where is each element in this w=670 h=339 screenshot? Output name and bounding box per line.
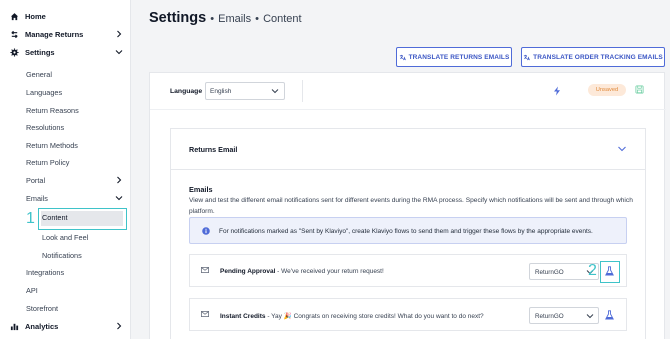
nav-manage-returns-label: Manage Returns <box>25 30 84 39</box>
emails-description: View and test the different email notifi… <box>189 197 633 215</box>
info-banner: For notifications marked as "Sent by Kla… <box>189 217 627 244</box>
nav-portal[interactable]: Portal <box>26 176 125 185</box>
nav-resolutions[interactable]: Resolutions <box>26 123 64 132</box>
language-select-value: English <box>210 88 232 95</box>
language-label: Language <box>170 88 203 95</box>
returns-icon <box>10 30 19 39</box>
email-row-name: Instant Credits <box>220 313 266 320</box>
chevron-right-icon <box>117 322 122 330</box>
email-row-name: Pending Approval <box>220 268 276 275</box>
save-icon[interactable] <box>635 85 644 94</box>
divider <box>302 80 303 102</box>
email-row: Instant Credits - Yay 🎉 Congrats on rece… <box>189 298 627 331</box>
translate-returns-emails-label: TRANSLATE RETURNS EMAILS <box>408 53 510 61</box>
nav-languages[interactable]: Languages <box>26 88 62 97</box>
chevron-down-icon <box>586 314 594 319</box>
nav-storefront[interactable]: Storefront <box>26 304 58 313</box>
nav-content[interactable]: Content <box>38 208 127 230</box>
gear-icon <box>10 48 19 57</box>
platform-select-value: ReturnGO <box>535 269 564 276</box>
step-2-annotation: 2 <box>588 262 597 279</box>
translate-icon <box>524 54 530 60</box>
translate-returns-emails-button[interactable]: TRANSLATE RETURNS EMAILS <box>396 47 512 67</box>
nav-home-label: Home <box>25 12 46 21</box>
nav-return-policy[interactable]: Return Policy <box>26 158 69 167</box>
translate-tracking-emails-label: TRANSLATE ORDER TRACKING EMAILS <box>533 53 663 61</box>
email-row-subject: - Yay 🎉 Congrats on receiving store cred… <box>265 313 484 320</box>
nav-return-reasons[interactable]: Return Reasons <box>26 106 79 115</box>
divider <box>150 109 666 110</box>
nav-api[interactable]: API <box>26 286 38 295</box>
breadcrumb-sep-2: • <box>255 13 260 25</box>
platform-select[interactable]: ReturnGO <box>529 307 599 324</box>
breadcrumb-emails: Emails <box>218 13 252 25</box>
page-title-main: Settings <box>149 10 207 26</box>
chevron-down-icon <box>271 89 279 94</box>
info-banner-text: For notifications marked as "Sent by Kla… <box>219 228 593 235</box>
nav-notifications[interactable]: Notifications <box>42 251 82 260</box>
chevron-right-icon <box>117 176 122 184</box>
email-row: Pending Approval - We've received your r… <box>189 254 627 287</box>
chevron-right-icon <box>117 30 122 38</box>
nav-return-methods[interactable]: Return Methods <box>26 141 78 150</box>
nav-settings-label: Settings <box>25 48 55 57</box>
lightning-icon[interactable] <box>553 86 561 96</box>
breadcrumb-sep-1: • <box>210 13 215 25</box>
info-icon <box>202 227 210 235</box>
platform-select-value: ReturnGO <box>535 313 564 320</box>
nav-analytics[interactable]: Analytics <box>10 322 131 331</box>
home-icon <box>10 12 19 21</box>
step-1-annotation: 1 <box>26 210 35 227</box>
mail-icon <box>201 311 209 317</box>
sidebar: Home Manage Returns Settings General Lan… <box>0 0 131 339</box>
language-select[interactable]: English <box>205 82 285 100</box>
nav-analytics-label: Analytics <box>25 322 59 331</box>
returns-email-title: Returns Email <box>189 145 238 154</box>
status-badge: Unsaved <box>588 84 626 96</box>
nav-settings[interactable]: Settings <box>10 48 131 57</box>
nav-look-and-feel[interactable]: Look and Feel <box>42 233 88 242</box>
nav-general[interactable]: General <box>26 70 52 79</box>
chevron-down-icon <box>115 196 123 201</box>
email-row-title: Pending Approval - We've received your r… <box>220 268 384 275</box>
email-row-subject: - We've received your return request! <box>275 268 384 275</box>
translate-icon <box>399 54 406 60</box>
mail-icon <box>201 267 209 273</box>
chevron-down-icon <box>115 50 123 55</box>
nav-manage-returns[interactable]: Manage Returns <box>10 30 131 39</box>
email-row-title: Instant Credits - Yay 🎉 Congrats on rece… <box>220 312 484 320</box>
nav-home[interactable]: Home <box>10 12 46 21</box>
bar-chart-icon <box>10 322 19 331</box>
divider <box>171 169 645 170</box>
flask-icon[interactable] <box>605 310 614 320</box>
nav-emails-label: Emails <box>26 194 48 203</box>
flask-icon[interactable] <box>605 266 614 276</box>
translate-tracking-emails-button[interactable]: TRANSLATE ORDER TRACKING EMAILS <box>521 47 665 67</box>
page-title: Settings • Emails • Content <box>149 10 302 26</box>
nav-integrations[interactable]: Integrations <box>26 268 64 277</box>
nav-content-label: Content <box>42 213 68 222</box>
chevron-down-icon[interactable] <box>617 144 627 154</box>
breadcrumb-content: Content <box>263 13 302 25</box>
settings-card: Language English Unsaved Returns Email E… <box>149 72 666 339</box>
nav-emails[interactable]: Emails <box>26 194 125 203</box>
returns-email-panel: Returns Email Emails View and test the d… <box>170 128 646 339</box>
nav-portal-label: Portal <box>26 176 46 185</box>
emails-heading: Emails <box>189 185 213 194</box>
